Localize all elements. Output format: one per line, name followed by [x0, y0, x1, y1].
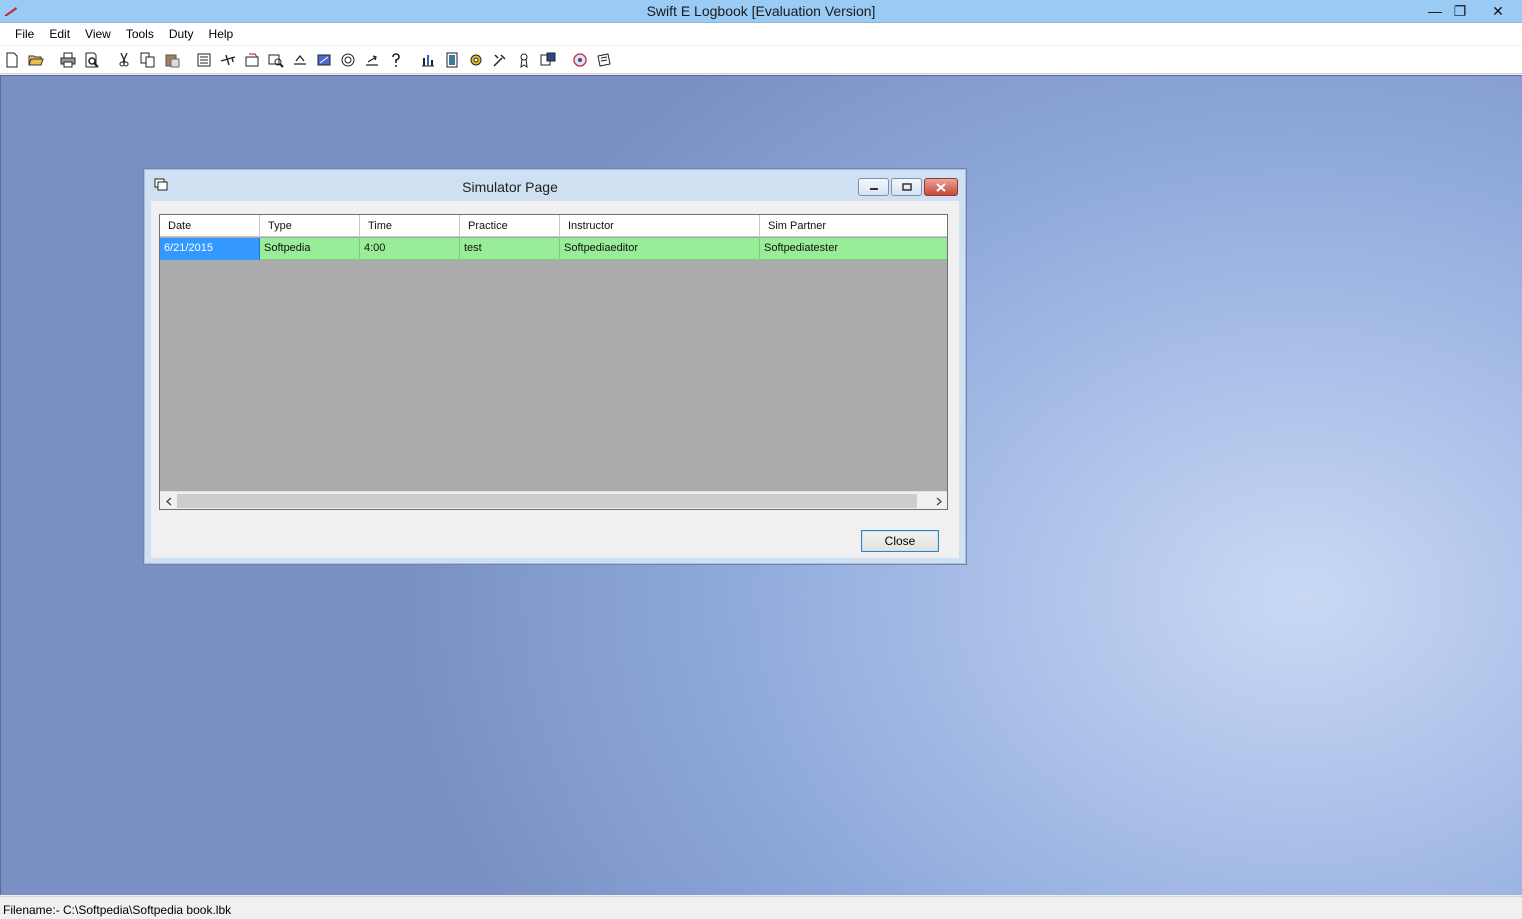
- tools-icon[interactable]: [492, 52, 508, 68]
- paste-icon[interactable]: [164, 52, 180, 68]
- menu-bar: File Edit View Tools Duty Help: [0, 23, 1522, 45]
- column-header-instructor[interactable]: Instructor: [560, 215, 760, 237]
- print-preview-icon[interactable]: [84, 52, 100, 68]
- menu-file[interactable]: File: [8, 25, 41, 43]
- new-file-icon[interactable]: [4, 52, 20, 68]
- duty-icon[interactable]: [340, 52, 356, 68]
- report-icon[interactable]: [444, 52, 460, 68]
- status-bar: Filename:- C:\Softpedia\Softpedia book.l…: [0, 896, 1522, 919]
- window-title: Swift E Logbook [Evaluation Version]: [646, 3, 876, 19]
- menu-help[interactable]: Help: [202, 25, 241, 43]
- copy-icon[interactable]: [140, 52, 156, 68]
- notes-icon[interactable]: [596, 52, 612, 68]
- dialog-close-button[interactable]: [924, 178, 958, 196]
- chart-icon[interactable]: [420, 52, 436, 68]
- open-folder-icon[interactable]: [28, 52, 44, 68]
- settings-gear-icon[interactable]: [468, 52, 484, 68]
- print-icon[interactable]: [60, 52, 76, 68]
- simulator-grid[interactable]: Date Type Time Practice Instructor Sim P…: [159, 214, 948, 510]
- dialog-client-area: Date Type Time Practice Instructor Sim P…: [151, 201, 959, 558]
- dialog-titlebar: Simulator Page: [144, 169, 966, 201]
- help-icon[interactable]: [388, 52, 404, 68]
- close-button[interactable]: Close: [861, 530, 939, 552]
- minimize-icon: [869, 188, 878, 190]
- column-header-practice[interactable]: Practice: [460, 215, 560, 237]
- cell-instructor[interactable]: Softpediaeditor: [560, 238, 760, 260]
- scroll-right-icon[interactable]: [930, 492, 947, 510]
- grid-header-row: Date Type Time Practice Instructor Sim P…: [160, 215, 947, 237]
- scrollbar-thumb[interactable]: [177, 494, 917, 508]
- import-icon[interactable]: [292, 52, 308, 68]
- maximize-icon: [901, 183, 912, 191]
- simulator-dialog: Simulator Page Date Type Time Practice I…: [143, 168, 967, 565]
- column-header-date[interactable]: Date: [160, 215, 260, 237]
- close-window-button[interactable]: ✕: [1478, 0, 1518, 22]
- logbook-icon[interactable]: [196, 52, 212, 68]
- window-titlebar: Swift E Logbook [Evaluation Version] — ❐…: [0, 0, 1522, 23]
- cell-date[interactable]: 6/21/2015: [160, 238, 260, 260]
- table-row[interactable]: 6/21/2015 Softpedia 4:00 test Softpediae…: [160, 238, 947, 260]
- column-header-sim-partner[interactable]: Sim Partner: [760, 215, 947, 237]
- aircraft-icon[interactable]: [220, 52, 236, 68]
- menu-duty[interactable]: Duty: [162, 25, 201, 43]
- search-record-icon[interactable]: [268, 52, 284, 68]
- web-icon[interactable]: [572, 52, 588, 68]
- cut-icon[interactable]: [116, 52, 132, 68]
- scroll-left-icon[interactable]: [160, 492, 177, 510]
- menu-edit[interactable]: Edit: [42, 25, 77, 43]
- close-icon: [936, 182, 946, 192]
- toolbar: [0, 46, 1522, 74]
- restore-button[interactable]: ❐: [1443, 0, 1477, 22]
- certificate-icon[interactable]: [516, 52, 532, 68]
- flight-entry-icon[interactable]: [244, 52, 260, 68]
- column-header-type[interactable]: Type: [260, 215, 360, 237]
- summary-icon[interactable]: [540, 52, 556, 68]
- dialog-title: Simulator Page: [462, 179, 558, 195]
- cell-practice[interactable]: test: [460, 238, 560, 260]
- dialog-minimize-button[interactable]: [858, 178, 889, 196]
- cell-type[interactable]: Softpedia: [260, 238, 360, 260]
- cell-time[interactable]: 4:00: [360, 238, 460, 260]
- dialog-maximize-button[interactable]: [891, 178, 922, 196]
- column-header-time[interactable]: Time: [360, 215, 460, 237]
- simulator-icon[interactable]: [316, 52, 332, 68]
- menu-view[interactable]: View: [78, 25, 118, 43]
- export-icon[interactable]: [364, 52, 380, 68]
- menu-tools[interactable]: Tools: [119, 25, 161, 43]
- cell-sim-partner[interactable]: Softpediatester: [760, 238, 947, 260]
- horizontal-scrollbar[interactable]: [160, 491, 947, 509]
